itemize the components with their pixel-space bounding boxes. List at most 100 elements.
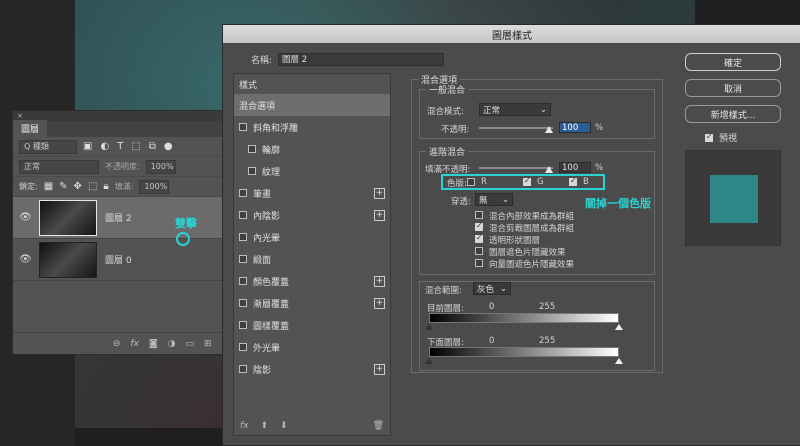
move-up-icon[interactable]: ⬆: [261, 421, 269, 431]
fx-icon[interactable]: fx: [130, 339, 139, 349]
lock-artboard-icon[interactable]: ⬚: [88, 181, 97, 192]
add-effect-icon[interactable]: +: [374, 209, 385, 221]
add-effect-icon[interactable]: +: [374, 363, 385, 375]
style-item-checkbox[interactable]: [239, 211, 247, 219]
type-filter-icon[interactable]: T: [117, 141, 123, 152]
kind-filter-select[interactable]: Q 種類: [19, 139, 77, 154]
add-effect-icon[interactable]: +: [374, 275, 385, 287]
link-layers-icon[interactable]: ⊖: [113, 339, 121, 349]
channel-g-checkbox[interactable]: [523, 176, 531, 186]
opacity-input[interactable]: 100: [559, 122, 591, 133]
smart-object-filter-icon[interactable]: ⧉: [149, 141, 156, 152]
style-item[interactable]: 斜角和浮雕: [234, 116, 390, 138]
style-item[interactable]: 內光暈: [234, 226, 390, 248]
style-item[interactable]: 圖樣覆蓋: [234, 314, 390, 336]
blend-if-label: 混合範圍:: [425, 286, 462, 296]
style-item[interactable]: 緞面: [234, 248, 390, 270]
style-item[interactable]: 紋理: [234, 160, 390, 182]
blend-option-checkbox[interactable]: [475, 233, 483, 243]
blend-option-checkbox[interactable]: [475, 211, 483, 219]
underlying-white-handle[interactable]: [615, 358, 623, 364]
fill-input[interactable]: 100%: [139, 179, 170, 194]
add-effect-icon[interactable]: +: [374, 187, 385, 199]
blend-row: 正常 不透明度: 100%: [13, 157, 243, 177]
style-item[interactable]: 陰影 +: [234, 358, 390, 380]
style-item[interactable]: 混合選項: [234, 94, 390, 116]
blend-option-checkbox[interactable]: [475, 221, 483, 231]
cancel-button[interactable]: 取消: [685, 79, 781, 97]
shape-filter-icon[interactable]: ⬚: [131, 141, 140, 152]
style-item-checkbox[interactable]: [239, 277, 247, 285]
tab-layers[interactable]: 圖層: [13, 120, 48, 137]
lock-all-icon[interactable]: 🔒︎: [103, 181, 108, 192]
fill-opacity-input[interactable]: 100: [559, 162, 591, 173]
add-mask-icon[interactable]: ◙: [149, 339, 158, 349]
new-layer-icon[interactable]: ⊞: [204, 339, 212, 349]
close-icon[interactable]: ×: [17, 112, 23, 120]
underlying-black-handle[interactable]: [425, 358, 433, 364]
opacity-input[interactable]: 100%: [145, 159, 176, 174]
style-item[interactable]: 外光暈: [234, 336, 390, 358]
blend-option-checkbox[interactable]: [475, 247, 483, 255]
channel-b-checkbox[interactable]: [569, 176, 577, 186]
preview-checkbox[interactable]: [705, 132, 713, 142]
image-filter-icon[interactable]: ▣: [83, 141, 92, 152]
style-item-checkbox[interactable]: [248, 167, 256, 175]
double-click-annotation: 雙擊: [175, 217, 197, 230]
fill-opacity-slider-knob[interactable]: [545, 166, 553, 173]
layer-row[interactable]: 👁︎ 圖層 2 ◧: [13, 197, 243, 239]
style-item[interactable]: 輪廓: [234, 138, 390, 160]
this-layer-black-handle[interactable]: [425, 324, 433, 330]
style-item-checkbox[interactable]: [239, 189, 247, 197]
lock-icons: ▦ ✎ ✥ ⬚ 🔒︎: [44, 181, 109, 192]
opacity-slider[interactable]: [479, 127, 553, 129]
lock-paint-icon[interactable]: ✎: [59, 181, 67, 192]
add-effect-icon[interactable]: +: [374, 297, 385, 309]
adjustment-filter-icon[interactable]: ◐: [100, 141, 109, 152]
blend-if-value: 灰色: [477, 284, 495, 295]
lock-transparent-icon[interactable]: ▦: [44, 181, 53, 192]
name-input[interactable]: 圖層 2: [278, 53, 445, 66]
style-item-checkbox[interactable]: [239, 343, 247, 351]
layer-blend-mode-select[interactable]: 正常: [19, 159, 99, 174]
fx-icon[interactable]: fx: [240, 421, 249, 431]
blend-mode-select[interactable]: 正常 ⌄: [479, 103, 551, 116]
layer-row[interactable]: 👁︎ 圖層 0: [13, 239, 243, 281]
style-item-checkbox[interactable]: [239, 365, 247, 373]
this-layer-white-handle[interactable]: [615, 324, 623, 330]
style-item-checkbox[interactable]: [239, 233, 247, 241]
filter-toggle-icon[interactable]: ●: [164, 141, 173, 152]
style-item[interactable]: 漸層覆蓋 +: [234, 292, 390, 314]
this-layer-min: 0: [489, 302, 495, 312]
move-down-icon[interactable]: ⬇: [280, 421, 288, 431]
channel-r-checkbox[interactable]: [467, 178, 475, 186]
style-item-label: 緞面: [253, 255, 272, 266]
delete-effect-icon[interactable]: 🗑︎: [373, 421, 384, 431]
style-item[interactable]: 內陰影 +: [234, 204, 390, 226]
visibility-eye-icon[interactable]: 👁︎: [19, 254, 32, 265]
new-group-icon[interactable]: ▭: [186, 339, 195, 349]
style-item-checkbox[interactable]: [248, 145, 256, 153]
style-item[interactable]: 筆畫 +: [234, 182, 390, 204]
adjustment-layer-icon[interactable]: ◑: [168, 339, 176, 349]
style-item[interactable]: 顏色覆蓋 +: [234, 270, 390, 292]
knockout-select[interactable]: 無 ⌄: [475, 193, 513, 206]
visibility-eye-icon[interactable]: 👁︎: [19, 212, 32, 223]
style-list-header: 樣式: [239, 80, 258, 91]
blend-option-checkbox[interactable]: [475, 259, 483, 267]
style-item-label: 輪廓: [262, 145, 281, 156]
new-style-button[interactable]: 新增樣式...: [685, 105, 781, 123]
style-item-checkbox[interactable]: [239, 299, 247, 307]
style-item-checkbox[interactable]: [239, 255, 247, 263]
ok-button[interactable]: 確定: [685, 53, 781, 71]
lock-position-icon[interactable]: ✥: [74, 181, 82, 192]
style-item-label: 紋理: [262, 167, 281, 178]
blend-if-select[interactable]: 灰色 ⌄: [473, 282, 511, 295]
layer-thumbnail: [39, 199, 97, 236]
style-item-label: 圖樣覆蓋: [253, 321, 290, 332]
channel-b-label: B: [583, 177, 589, 187]
opacity-slider-knob[interactable]: [545, 126, 553, 133]
style-item-checkbox[interactable]: [239, 321, 247, 329]
style-item-checkbox[interactable]: [239, 123, 247, 131]
fill-opacity-slider[interactable]: [479, 167, 553, 169]
